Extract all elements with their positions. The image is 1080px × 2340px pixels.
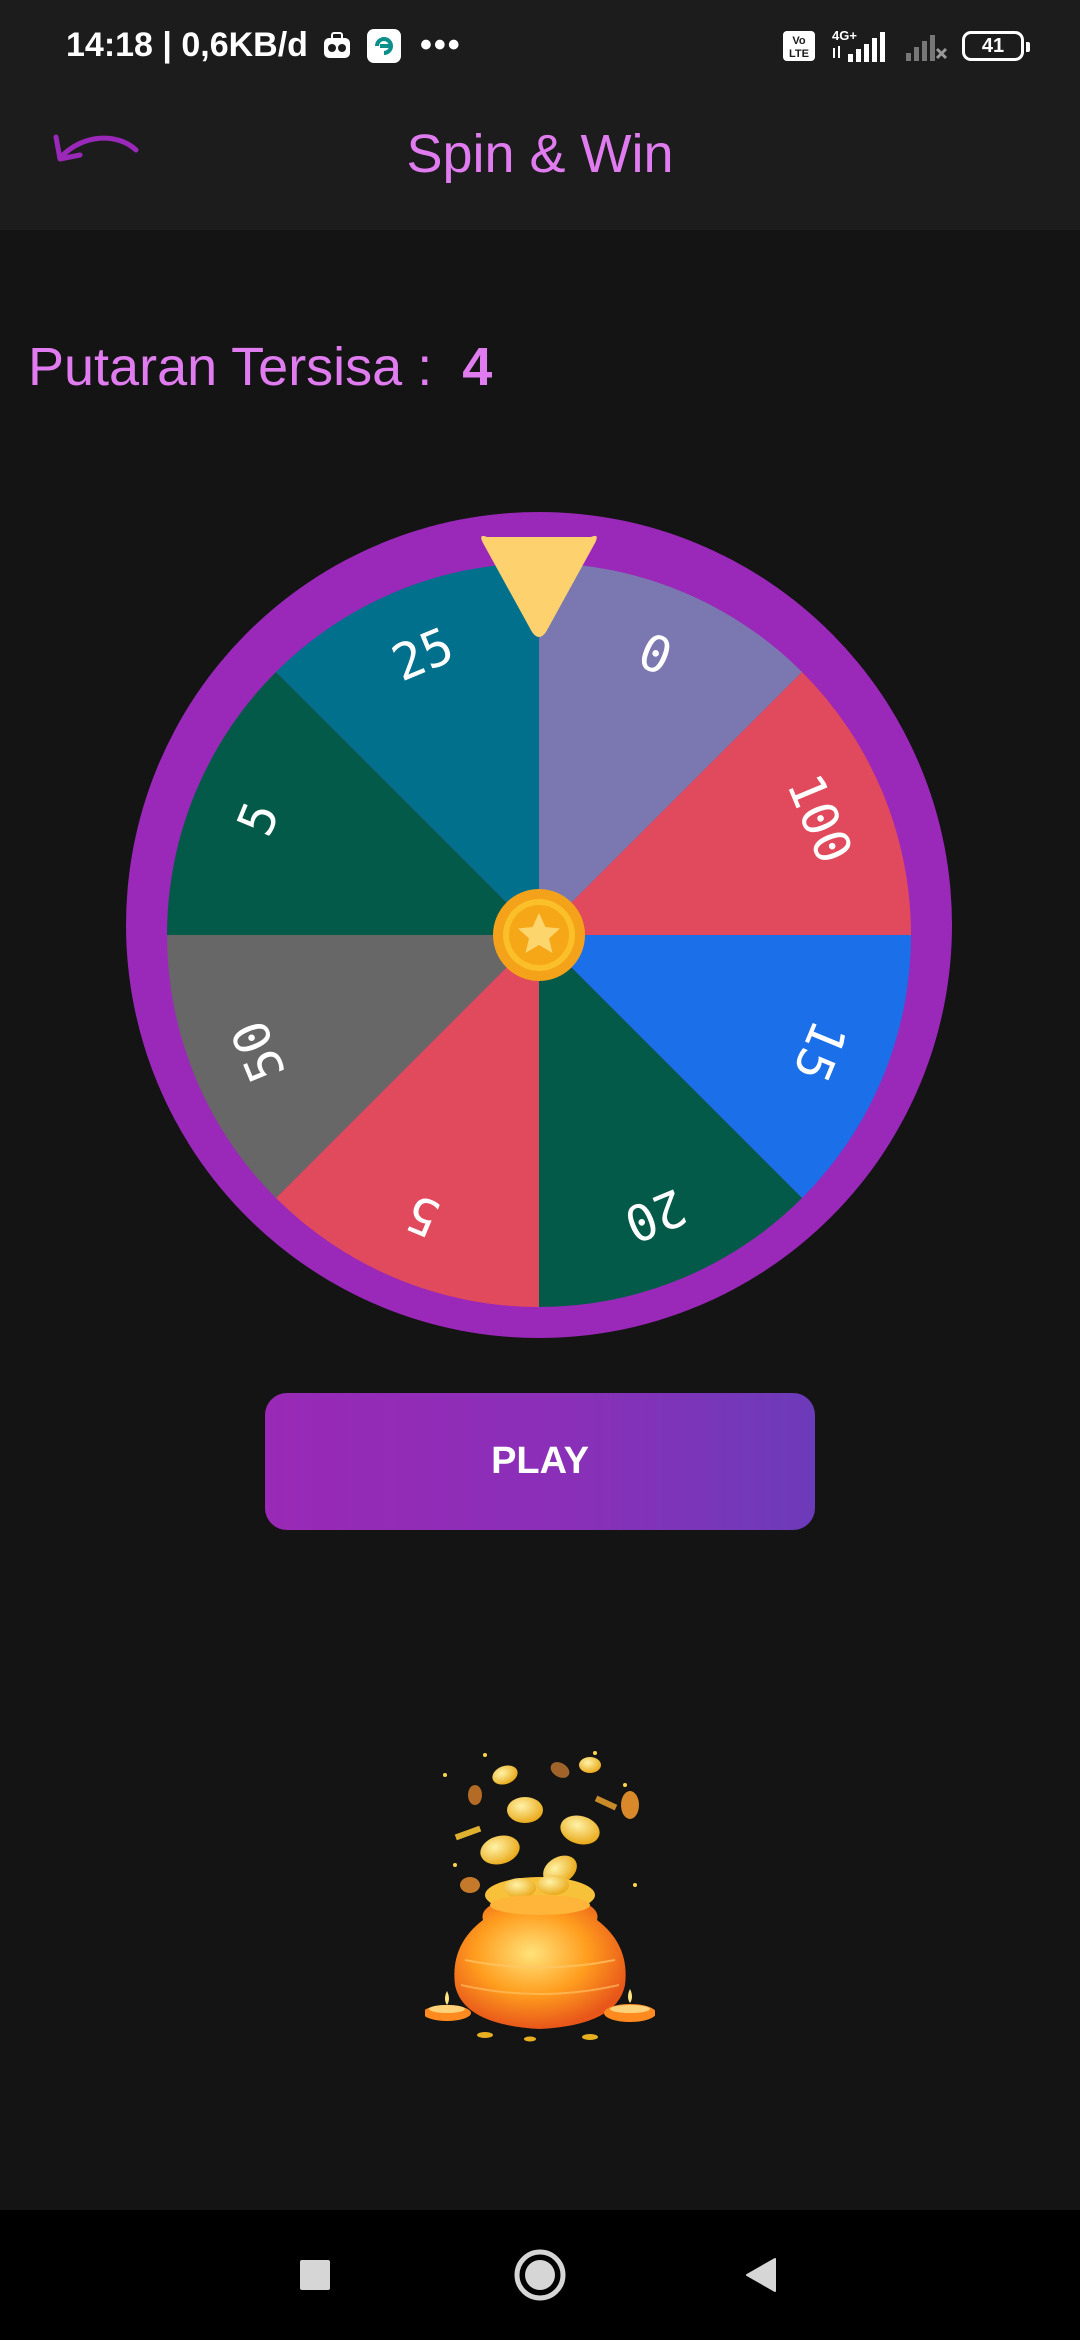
circle-home-icon bbox=[514, 2249, 566, 2301]
page-title: Spin & Win bbox=[406, 124, 674, 184]
battery-icon: 41 bbox=[962, 31, 1030, 61]
notification-app-icon bbox=[322, 31, 352, 60]
status-time-speed: 14:18 | 0,6KB/d bbox=[66, 26, 308, 64]
signal-weak-icon bbox=[904, 29, 948, 63]
spins-remaining-label: Putaran Tersisa : bbox=[28, 337, 433, 397]
system-back-button[interactable] bbox=[730, 2244, 792, 2306]
svg-text:Vo: Vo bbox=[792, 35, 806, 47]
status-right-group: Vo LTE 4G+ 41 bbox=[782, 28, 1030, 64]
square-icon bbox=[300, 2260, 330, 2290]
spins-remaining-value: 4 bbox=[462, 337, 493, 397]
spins-remaining: Putaran Tersisa : 4 bbox=[28, 336, 492, 398]
star-coin-icon bbox=[493, 889, 585, 981]
system-navigation-bar bbox=[0, 2210, 1080, 2340]
app-bar: Spin & Win bbox=[0, 95, 1080, 230]
spin-and-win-screen: 14:18 | 0,6KB/d ••• Vo LTE 4G+ 41 Spin &… bbox=[0, 0, 1080, 2340]
app-notification-icon bbox=[366, 28, 402, 64]
triangle-back-icon bbox=[746, 2258, 776, 2292]
gold-coin-pot-icon bbox=[423, 1745, 656, 2045]
home-button[interactable] bbox=[509, 2244, 571, 2306]
svg-text:LTE: LTE bbox=[789, 48, 809, 60]
status-bar: 14:18 | 0,6KB/d ••• Vo LTE 4G+ 41 bbox=[0, 0, 1080, 95]
more-notifications-indicator: ••• bbox=[419, 26, 462, 64]
play-button[interactable]: PLAY bbox=[265, 1393, 815, 1530]
prize-wheel-graphic: 01001520550525 bbox=[126, 512, 952, 1338]
prize-wheel[interactable]: 0 100 15 20 5 50 5 25 bbox=[124, 510, 954, 1340]
network-type-label: 4G+ bbox=[832, 28, 857, 43]
recents-button[interactable] bbox=[284, 2244, 346, 2306]
volte-icon: Vo LTE bbox=[782, 30, 816, 62]
status-left-group: 14:18 | 0,6KB/d ••• bbox=[66, 26, 462, 65]
signal-4g-icon: 4G+ bbox=[830, 28, 890, 64]
